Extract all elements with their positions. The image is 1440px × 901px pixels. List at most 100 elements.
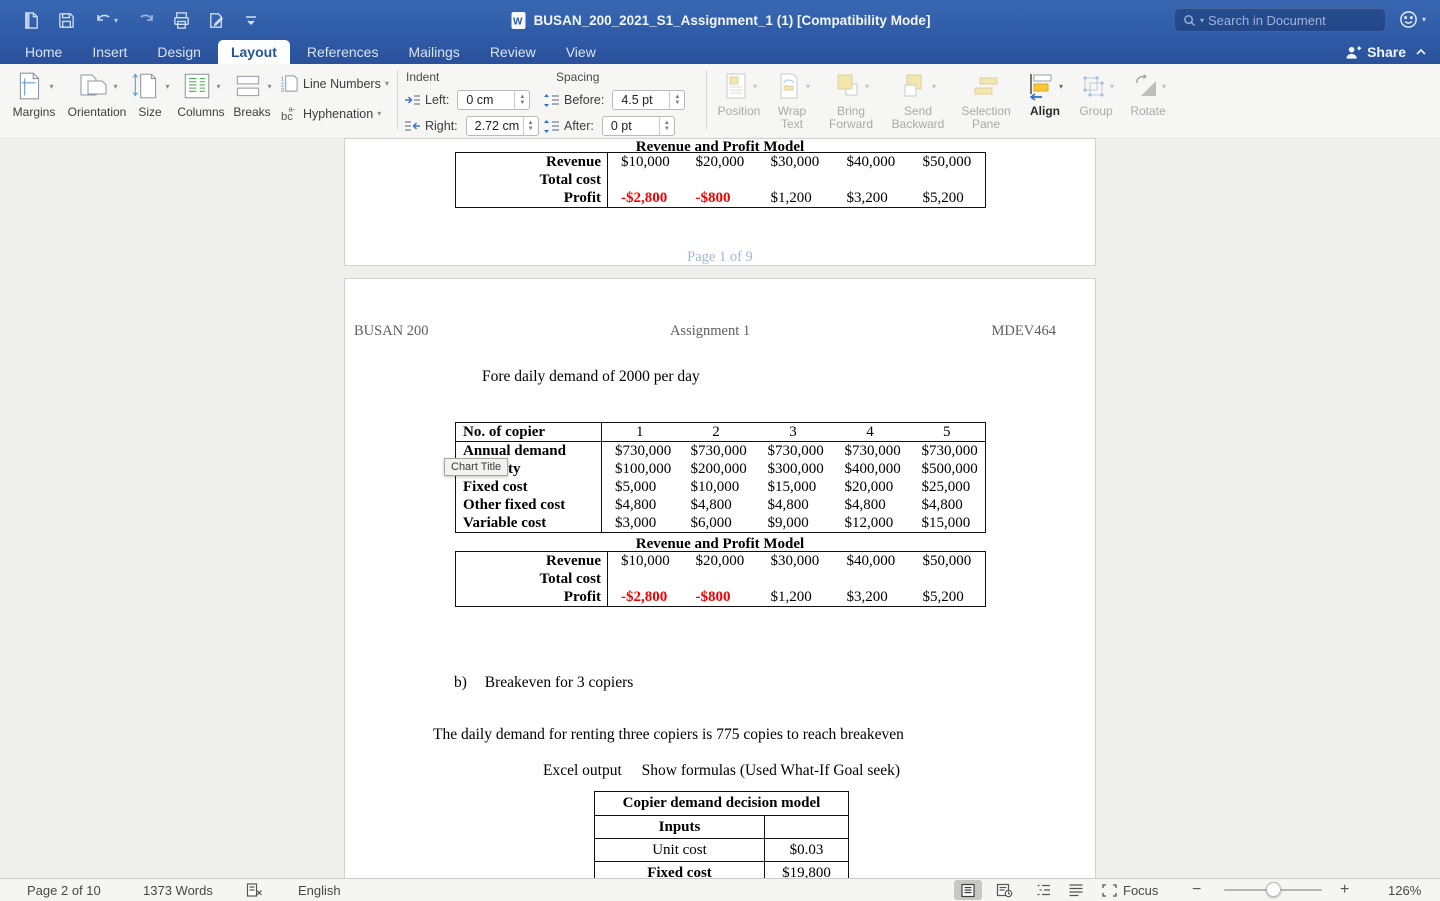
table-cell: [608, 570, 683, 588]
tab-mailings[interactable]: Mailings: [395, 40, 472, 64]
chart-title-tooltip: Chart Title: [444, 458, 509, 476]
spellcheck-status-button[interactable]: [246, 879, 264, 901]
svg-text:3: 3: [281, 88, 284, 93]
orientation-button[interactable]: ▾ Orientation: [62, 68, 132, 119]
web-layout-view-button[interactable]: [990, 880, 1018, 900]
size-button[interactable]: ▾ Size: [128, 68, 172, 119]
show-formulas-label: Show formulas (Used What-If Goal seek): [641, 762, 901, 779]
bring-forward-button[interactable]: ▾ Bring Forward: [822, 68, 880, 131]
tab-insert[interactable]: Insert: [79, 40, 140, 64]
zoom-slider-thumb[interactable]: [1266, 882, 1281, 897]
print-layout-view-button[interactable]: [954, 880, 982, 900]
indent-left-stepper[interactable]: ▲ ▼: [514, 90, 529, 110]
table-cell: $5,000: [615, 478, 657, 495]
excel-output-label: Excel output: [543, 762, 622, 779]
table-cell: Revenue: [455, 152, 608, 171]
header-course-code: BUSAN 200: [354, 323, 429, 339]
send-backward-button[interactable]: ▾ Send Backward: [886, 68, 950, 131]
table-row: Inputs: [594, 815, 849, 839]
table-cell: $0.03: [764, 838, 849, 862]
document-page-1: Revenue and Profit Model Revenue $10,000 $…: [344, 138, 1096, 266]
ribbon-tab-bar: Home Insert Design Layout References Mailings…: [0, 40, 1440, 64]
tab-design[interactable]: Design: [144, 40, 214, 64]
hyphenation-label: Hyphenation: [303, 106, 374, 121]
margins-button[interactable]: ▾ Margins: [8, 68, 60, 119]
search-input[interactable]: ▾ Search in Document: [1174, 8, 1386, 32]
table-cell: 5: [908, 422, 986, 442]
language-status[interactable]: English: [298, 879, 341, 901]
table-cell: $40,000: [846, 153, 896, 170]
focus-mode-button[interactable]: Focus: [1102, 879, 1158, 901]
wrap-text-icon: [780, 73, 798, 99]
selection-pane-button[interactable]: Selection Pane: [956, 68, 1016, 131]
indent-left-row: Left: 0 cm ▲ ▼: [404, 90, 531, 110]
item-b-line: b) Breakeven for 3 copiers: [454, 674, 633, 692]
svg-text:a-: a-: [289, 105, 296, 114]
breaks-button[interactable]: ▾ Breaks: [228, 68, 276, 119]
tab-references[interactable]: References: [294, 40, 392, 64]
spacing-after-stepper[interactable]: ▲ ▼: [658, 116, 674, 136]
share-label: Share: [1367, 44, 1406, 60]
columns-button[interactable]: ▾ Columns: [172, 68, 230, 119]
table-row: Fixed cost $5,000 $10,000 $15,000 $20,000 $25…: [455, 478, 986, 496]
page-number-status[interactable]: Page 2 of 10: [27, 879, 101, 901]
feedback-button[interactable]: ▾: [1398, 9, 1426, 30]
focus-icon: [1102, 883, 1117, 897]
group-icon: [1083, 76, 1104, 97]
table-cell: [683, 570, 758, 588]
hyphenation-button[interactable]: bc a- Hyphenation ▾: [280, 104, 381, 123]
margins-label: Margins: [12, 105, 56, 119]
copier-demand-table: No. of copier 1 2 3 4 5 Annual demand $730,000 $…: [455, 422, 986, 533]
spacing-after-field[interactable]: 0 pt ▲ ▼: [601, 116, 675, 136]
orientation-icon: [80, 74, 107, 96]
line-numbers-button[interactable]: 1 2 3 Line Numbers ▾: [280, 74, 389, 93]
spacing-before-stepper[interactable]: ▲ ▼: [669, 90, 684, 110]
indent-right-value: 2.72 cm: [474, 119, 520, 133]
outline-view-button[interactable]: [1030, 880, 1058, 900]
table-cell: Total cost: [455, 570, 608, 588]
table-row: Annual demand $730,000 $730,000 $730,000 $73…: [455, 441, 986, 460]
collapse-ribbon-button[interactable]: [1414, 45, 1428, 59]
table-cell: -$800: [695, 588, 731, 605]
align-button[interactable]: ▾ Align: [1022, 68, 1068, 118]
orientation-label: Orientation: [67, 105, 127, 119]
table-cell: $9,000: [767, 514, 809, 531]
word-count-status[interactable]: 1373 Words: [143, 879, 213, 901]
group-button[interactable]: ▾ Group: [1074, 68, 1118, 118]
breakeven-text: The daily demand for renting three copie…: [433, 726, 904, 743]
zoom-out-button[interactable]: −: [1192, 879, 1201, 901]
indent-left-value: 0 cm: [466, 93, 494, 107]
zoom-level[interactable]: 126%: [1388, 879, 1421, 901]
table-cell: [764, 815, 849, 839]
rotate-button[interactable]: ▾ Rotate: [1124, 68, 1172, 118]
tab-view[interactable]: View: [553, 40, 609, 64]
table-cell: $730,000: [615, 442, 672, 459]
position-button[interactable]: ▾ Position: [712, 68, 766, 118]
draft-view-button[interactable]: [1062, 880, 1090, 900]
revenue-profit-table-page2: Revenue $10,000 $20,000 $30,000 $40,000 $50,0…: [455, 551, 986, 607]
size-label: Size: [138, 105, 162, 119]
tab-layout[interactable]: Layout: [217, 40, 290, 64]
table-title-row: Copier demand decision model: [594, 791, 849, 816]
document-canvas[interactable]: Revenue and Profit Model Revenue $10,000 $…: [0, 137, 1440, 878]
tab-review[interactable]: Review: [477, 40, 549, 64]
spacing-after-label: After:: [564, 119, 594, 133]
share-button[interactable]: Share: [1345, 40, 1406, 64]
table-row: Revenue $10,000 $20,000 $30,000 $40,000 $50,0…: [455, 152, 986, 171]
tab-home[interactable]: Home: [12, 40, 75, 64]
spacing-before-field[interactable]: 4.5 pt ▲ ▼: [612, 90, 686, 110]
bring-forward-caret-icon: ▾: [864, 81, 869, 91]
indent-right-field[interactable]: 2.72 cm ▲ ▼: [465, 116, 539, 136]
zoom-in-button[interactable]: +: [1340, 879, 1349, 901]
table-cell: $730,000: [844, 442, 901, 459]
header-student-id: MDEV464: [991, 323, 1056, 339]
table-cell: [758, 171, 834, 189]
spellcheck-icon: [246, 883, 262, 897]
size-caret-icon: ▾: [165, 81, 170, 91]
bring-forward-icon: [837, 74, 858, 96]
indent-left-field[interactable]: 0 cm ▲ ▼: [457, 90, 531, 110]
indent-right-stepper[interactable]: ▲ ▼: [522, 116, 538, 136]
wrap-text-button[interactable]: ▾ Wrap Text: [768, 68, 816, 131]
table-cell: Total cost: [455, 171, 608, 189]
position-icon: [726, 73, 746, 99]
